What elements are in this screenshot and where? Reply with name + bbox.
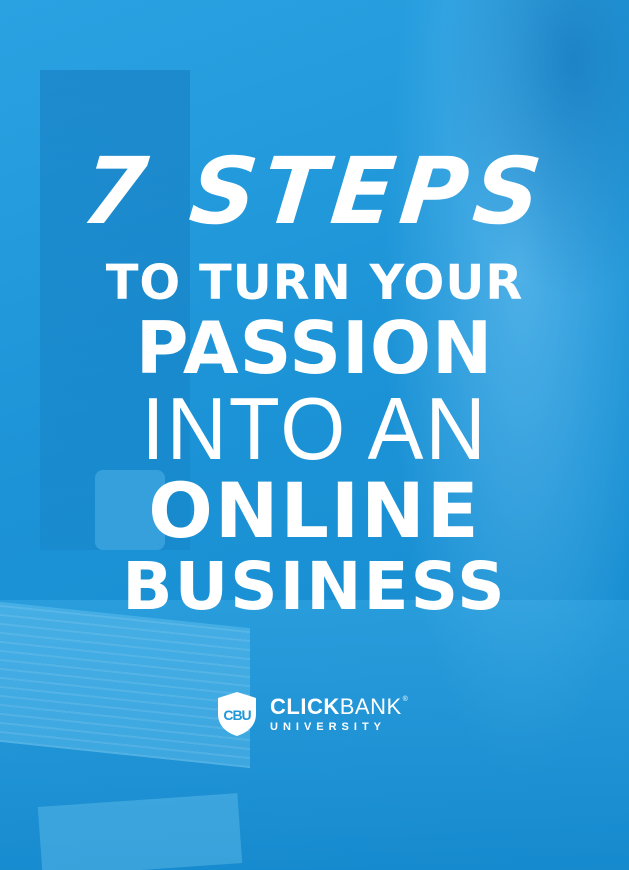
clickbank-university-logo: CBU CLICKBANK® UNIVERSITY: [214, 690, 408, 738]
headline-line-4: INTO AN: [141, 379, 488, 478]
logo-text: CLICKBANK® UNIVERSITY: [270, 693, 409, 733]
headline-line-2: TO TURN YOUR: [105, 255, 524, 311]
logo-subtitle: UNIVERSITY: [270, 720, 387, 733]
background-paper: [37, 793, 243, 870]
headline-line-5: ONLINE: [148, 466, 481, 555]
headline-line-6: BUSINESS: [122, 548, 507, 625]
shield-icon: CBU: [218, 692, 256, 736]
book-cover: 7 STEPS TO TURN YOUR PASSION INTO AN ONL…: [0, 0, 629, 870]
registered-mark: ®: [402, 695, 409, 703]
logo-brand-bold: CLICK: [270, 693, 340, 719]
headline-line-1: 7 STEPS: [77, 138, 552, 245]
background-laptop: [0, 601, 250, 769]
logo-brand: CLICKBANK®: [270, 693, 409, 719]
logo-monogram: CBU: [223, 707, 251, 723]
logo-brand-thin: BANK: [339, 693, 402, 719]
